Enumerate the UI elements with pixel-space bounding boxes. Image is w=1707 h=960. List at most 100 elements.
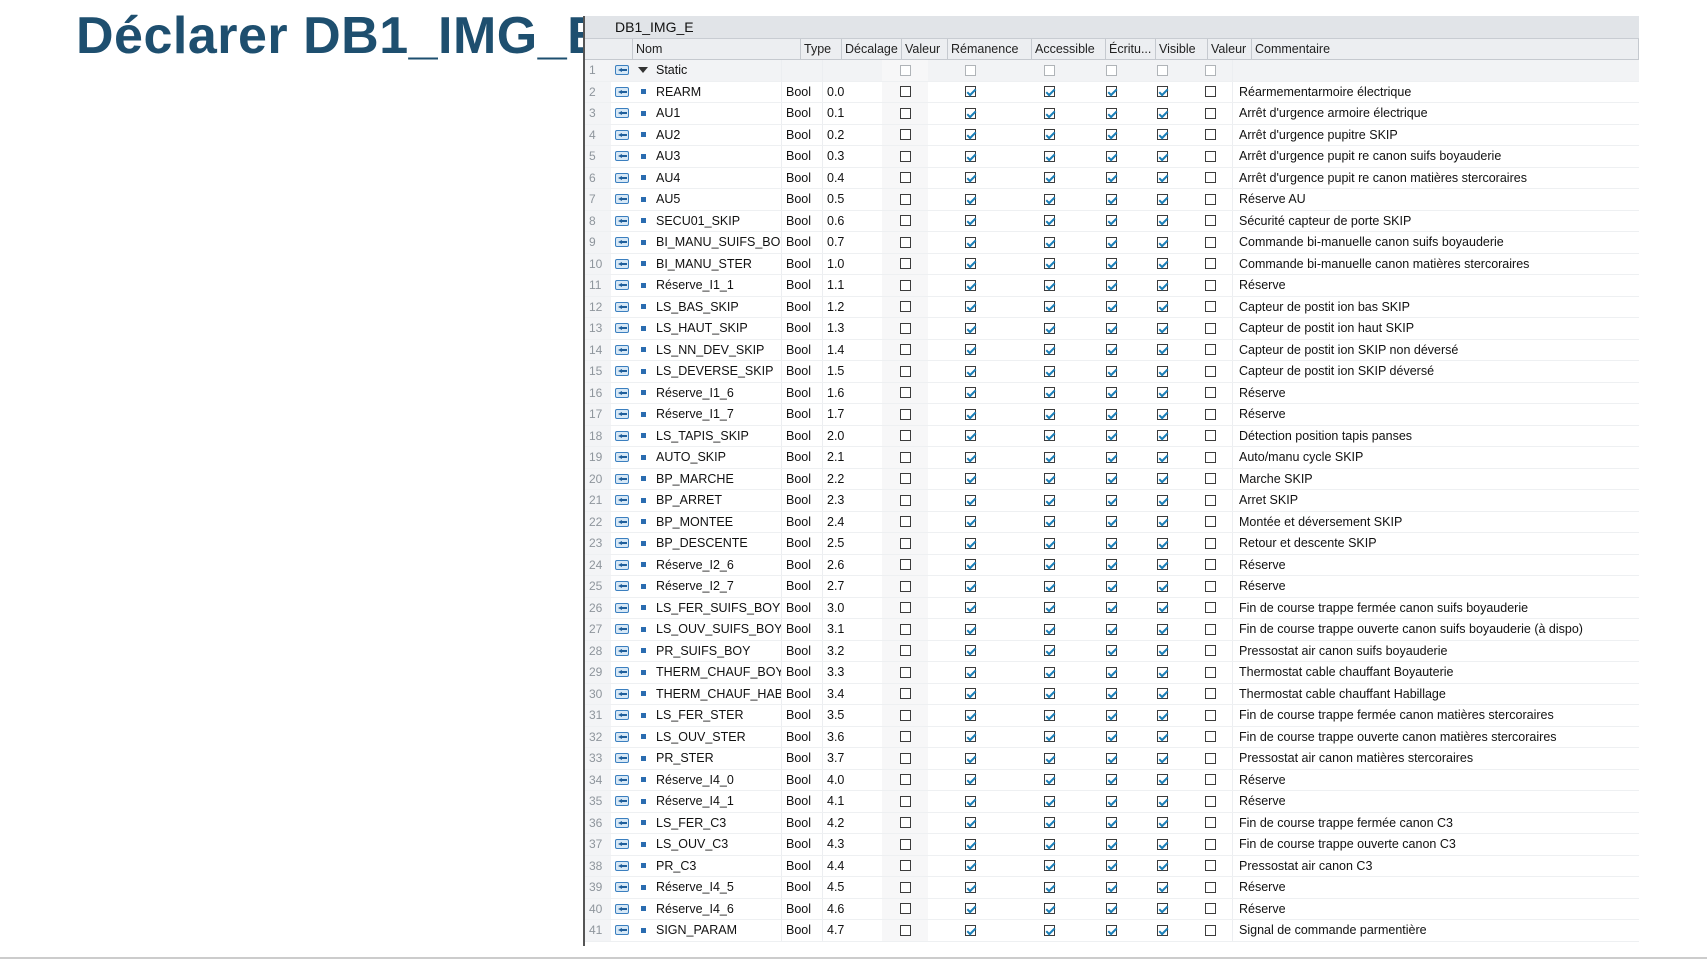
valeur2-checkbox[interactable] bbox=[1188, 813, 1232, 834]
ecriture-checkbox[interactable] bbox=[1086, 490, 1136, 511]
ecriture-checkbox[interactable] bbox=[1086, 727, 1136, 748]
valeur-checkbox[interactable] bbox=[882, 404, 928, 425]
tag-type[interactable]: Bool bbox=[781, 834, 822, 855]
remanence-checkbox[interactable] bbox=[928, 340, 1012, 361]
tag-type[interactable]: Bool bbox=[781, 318, 822, 339]
valeur2-checkbox[interactable] bbox=[1188, 447, 1232, 468]
tag-name[interactable]: BP_ARRET bbox=[653, 490, 781, 511]
table-row[interactable]: 22 BP_MONTEE Bool 2.4 Montée et déversement … bbox=[585, 511, 1639, 533]
ecriture-checkbox[interactable] bbox=[1086, 877, 1136, 898]
ecriture-checkbox[interactable] bbox=[1086, 82, 1136, 103]
visible-checkbox[interactable] bbox=[1136, 469, 1188, 490]
valeur2-checkbox[interactable] bbox=[1188, 512, 1232, 533]
tag-name[interactable]: THERM_CHAUF_HAB bbox=[653, 684, 781, 705]
valeur2-checkbox[interactable] bbox=[1188, 598, 1232, 619]
valeur2-checkbox[interactable] bbox=[1188, 168, 1232, 189]
visible-checkbox[interactable] bbox=[1136, 490, 1188, 511]
tag-name[interactable]: Réserve_I2_6 bbox=[653, 555, 781, 576]
tag-name[interactable]: SECU01_SKIP bbox=[653, 211, 781, 232]
tag-name[interactable]: LS_TAPIS_SKIP bbox=[653, 426, 781, 447]
tag-type[interactable]: Bool bbox=[781, 511, 822, 532]
valeur2-checkbox[interactable] bbox=[1188, 770, 1232, 791]
valeur-checkbox[interactable] bbox=[882, 103, 928, 124]
valeur2-checkbox[interactable] bbox=[1188, 275, 1232, 296]
accessible-checkbox[interactable] bbox=[1012, 598, 1086, 619]
header-nom[interactable]: Nom bbox=[633, 39, 801, 59]
accessible-checkbox[interactable] bbox=[1012, 834, 1086, 855]
ecriture-checkbox[interactable] bbox=[1086, 232, 1136, 253]
valeur-checkbox[interactable] bbox=[882, 705, 928, 726]
valeur-checkbox[interactable] bbox=[882, 920, 928, 941]
ecriture-checkbox[interactable] bbox=[1086, 146, 1136, 167]
valeur-checkbox[interactable] bbox=[882, 253, 928, 274]
visible-checkbox[interactable] bbox=[1136, 318, 1188, 339]
valeur2-checkbox[interactable] bbox=[1188, 361, 1232, 382]
tag-name[interactable]: THERM_CHAUF_BOY bbox=[653, 662, 781, 683]
tag-name[interactable]: BI_MANU_STER bbox=[653, 254, 781, 275]
tag-type[interactable]: Bool bbox=[781, 855, 822, 876]
remanence-checkbox[interactable] bbox=[928, 684, 1012, 705]
tag-name[interactable]: PR_SUIFS_BOY bbox=[653, 641, 781, 662]
valeur-checkbox[interactable] bbox=[882, 533, 928, 554]
static-name[interactable]: Static bbox=[653, 60, 781, 81]
ecriture-checkbox[interactable] bbox=[1086, 469, 1136, 490]
accessible-checkbox[interactable] bbox=[1012, 297, 1086, 318]
ecriture-checkbox[interactable] bbox=[1086, 533, 1136, 554]
table-row[interactable]: 17 Réserve_I1_7 Bool 1.7 Réserve bbox=[585, 404, 1639, 426]
visible-checkbox[interactable] bbox=[1136, 813, 1188, 834]
tag-name[interactable]: LS_NN_DEV_SKIP bbox=[653, 340, 781, 361]
table-row[interactable]: 24 Réserve_I2_6 Bool 2.6 Réserve bbox=[585, 554, 1639, 576]
accessible-checkbox[interactable] bbox=[1012, 447, 1086, 468]
table-row[interactable]: 27 LS_OUV_SUIFS_BOY Bool 3.1 Fin de course t… bbox=[585, 619, 1639, 641]
valeur2-checkbox[interactable] bbox=[1188, 103, 1232, 124]
visible-checkbox[interactable] bbox=[1136, 404, 1188, 425]
valeur-checkbox[interactable] bbox=[882, 124, 928, 145]
visible-checkbox[interactable] bbox=[1136, 361, 1188, 382]
tag-comment[interactable]: Réserve bbox=[1232, 382, 1639, 403]
tag-comment[interactable]: Thermostat cable chauffant Boyauterie bbox=[1232, 662, 1639, 683]
tag-comment[interactable]: Fin de course trappe ouverte canon suifs… bbox=[1232, 619, 1639, 640]
tag-comment[interactable]: Fin de course trappe fermée canon suifs … bbox=[1232, 597, 1639, 618]
tag-type[interactable]: Bool bbox=[781, 210, 822, 231]
tag-comment[interactable]: Arrêt d'urgence armoire électrique bbox=[1232, 103, 1639, 124]
valeur-checkbox[interactable] bbox=[882, 748, 928, 769]
tag-type[interactable]: Bool bbox=[781, 554, 822, 575]
valeur2-checkbox[interactable] bbox=[1188, 404, 1232, 425]
valeur-checkbox[interactable] bbox=[882, 490, 928, 511]
ecriture-checkbox[interactable] bbox=[1086, 748, 1136, 769]
visible-checkbox[interactable] bbox=[1136, 877, 1188, 898]
tag-name[interactable]: BP_DESCENTE bbox=[653, 533, 781, 554]
tag-comment[interactable]: Fin de course trappe ouverte canon C3 bbox=[1232, 834, 1639, 855]
valeur-checkbox[interactable] bbox=[882, 619, 928, 640]
tag-name[interactable]: Réserve_I1_1 bbox=[653, 275, 781, 296]
accessible-checkbox[interactable] bbox=[1012, 684, 1086, 705]
header-visible[interactable]: Visible bbox=[1156, 39, 1208, 59]
tag-comment[interactable]: Réserve bbox=[1232, 898, 1639, 919]
ecriture-checkbox[interactable] bbox=[1086, 705, 1136, 726]
table-row[interactable]: 31 LS_FER_STER Bool 3.5 Fin de course trappe… bbox=[585, 705, 1639, 727]
visible-checkbox[interactable] bbox=[1136, 232, 1188, 253]
table-row[interactable]: 29 THERM_CHAUF_BOY Bool 3.3 Thermostat cable… bbox=[585, 662, 1639, 684]
visible-checkbox[interactable] bbox=[1136, 834, 1188, 855]
tag-type[interactable]: Bool bbox=[781, 898, 822, 919]
tag-comment[interactable]: Capteur de postit ion bas SKIP bbox=[1232, 296, 1639, 317]
remanence-checkbox[interactable] bbox=[928, 297, 1012, 318]
ecriture-checkbox[interactable] bbox=[1086, 598, 1136, 619]
remanence-checkbox[interactable] bbox=[928, 82, 1012, 103]
table-row[interactable]: 37 LS_OUV_C3 Bool 4.3 Fin de course trappe o… bbox=[585, 834, 1639, 856]
accessible-checkbox[interactable] bbox=[1012, 189, 1086, 210]
visible-checkbox[interactable] bbox=[1136, 297, 1188, 318]
triangle-down-icon[interactable] bbox=[633, 60, 653, 81]
accessible-checkbox[interactable] bbox=[1012, 856, 1086, 877]
valeur2-checkbox[interactable] bbox=[1188, 856, 1232, 877]
valeur-checkbox[interactable] bbox=[882, 339, 928, 360]
tag-type[interactable]: Bool bbox=[781, 619, 822, 640]
tag-type[interactable]: Bool bbox=[781, 705, 822, 726]
visible-checkbox[interactable] bbox=[1136, 168, 1188, 189]
tag-type[interactable]: Bool bbox=[781, 748, 822, 769]
ecriture-checkbox[interactable] bbox=[1086, 512, 1136, 533]
valeur2-checkbox[interactable] bbox=[1188, 125, 1232, 146]
table-row[interactable]: 2 REARM Bool 0.0 Réarmementarmoire électriqu… bbox=[585, 81, 1639, 103]
accessible-checkbox[interactable] bbox=[1012, 82, 1086, 103]
valeur2-checkbox[interactable] bbox=[1188, 490, 1232, 511]
